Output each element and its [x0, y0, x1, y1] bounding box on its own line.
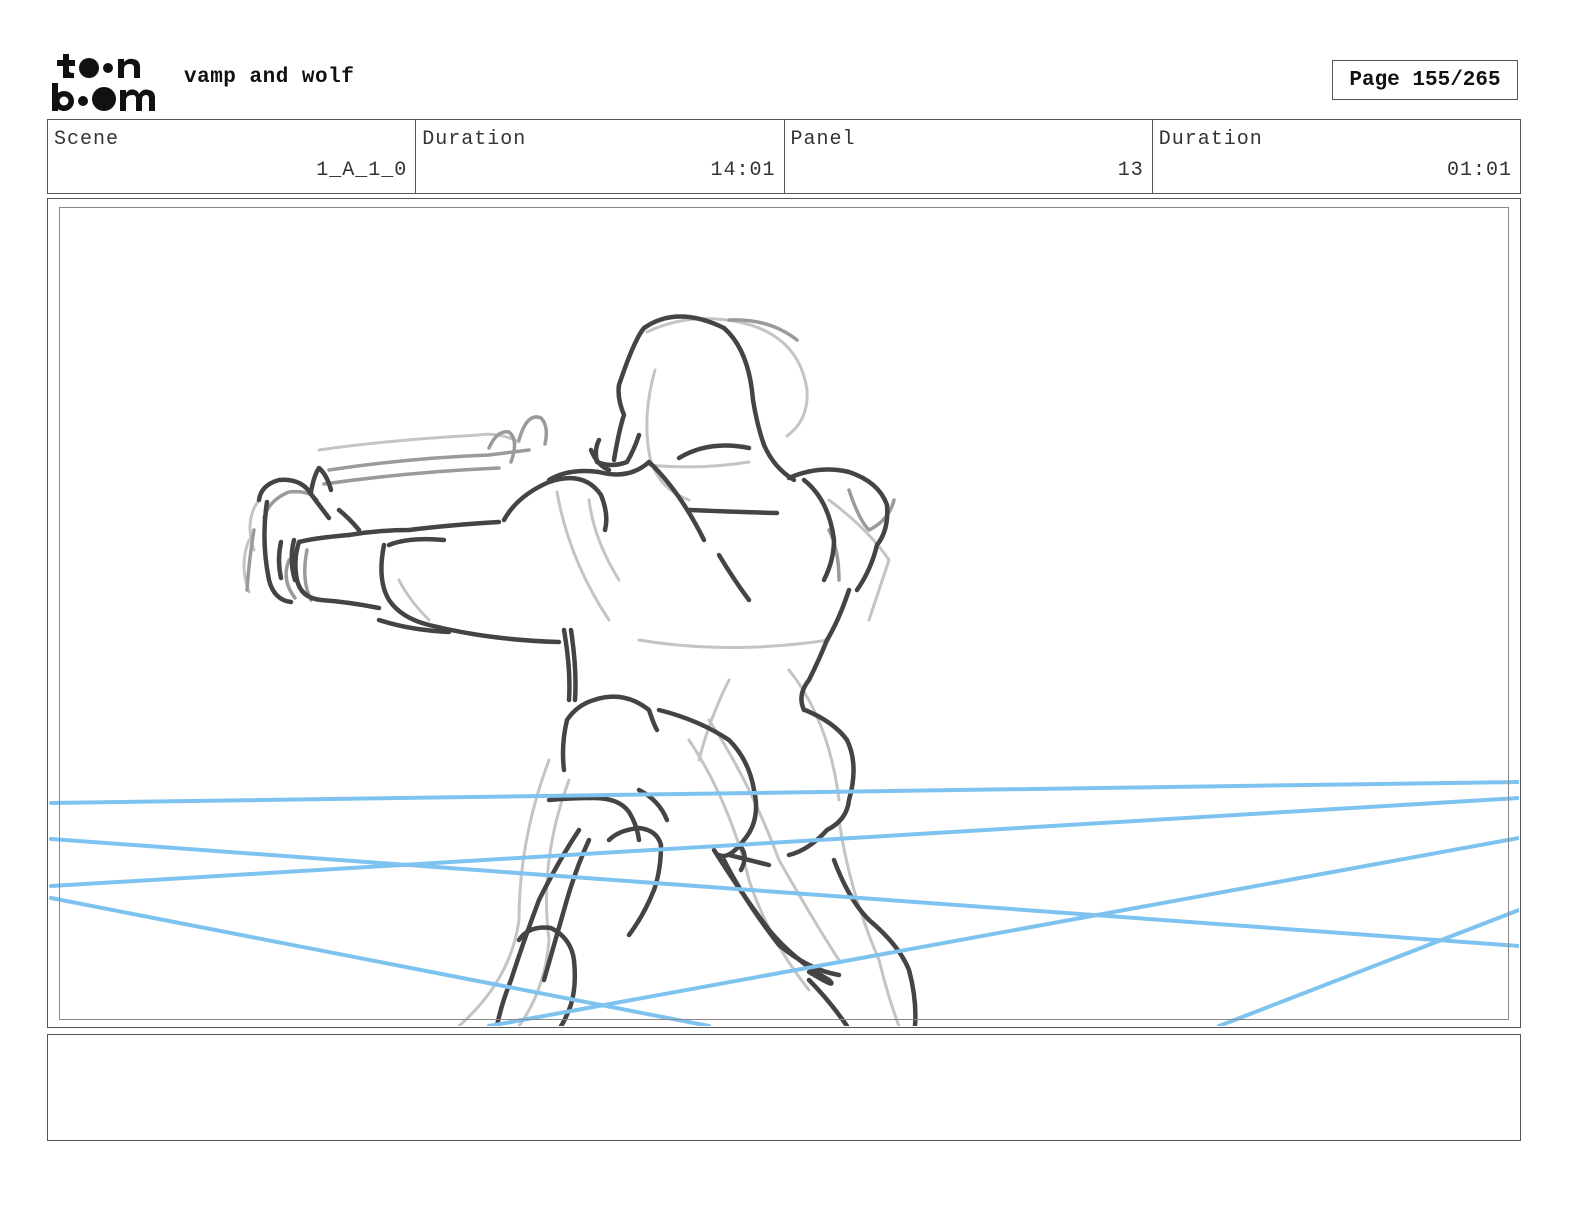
panel-duration-cell: Duration 01:01: [1153, 120, 1520, 193]
scene-value: 1_A_1_0: [316, 159, 408, 182]
scene-duration-label: Duration: [422, 128, 527, 151]
toon-boom-logo: [50, 52, 164, 112]
panel-notes-box: [47, 1034, 1521, 1141]
panel-value: 13: [1117, 159, 1144, 182]
page-indicator: Page 155/265: [1332, 60, 1518, 100]
scene-info-table: Scene 1_A_1_0 Duration 14:01 Panel 13 Du…: [47, 119, 1521, 194]
panel-safe-frame: [59, 207, 1509, 1020]
scene-cell: Scene 1_A_1_0: [48, 120, 417, 193]
panel-duration-value: 01:01: [1446, 159, 1512, 182]
panel-label: Panel: [790, 128, 856, 151]
panel-cell: Panel 13: [785, 120, 1153, 193]
panel-duration-label: Duration: [1158, 128, 1263, 151]
scene-duration-cell: Duration 14:01: [416, 120, 785, 193]
scene-duration-value: 14:01: [710, 159, 776, 182]
project-title: vamp and wolf: [184, 66, 355, 89]
scene-label: Scene: [54, 128, 120, 151]
